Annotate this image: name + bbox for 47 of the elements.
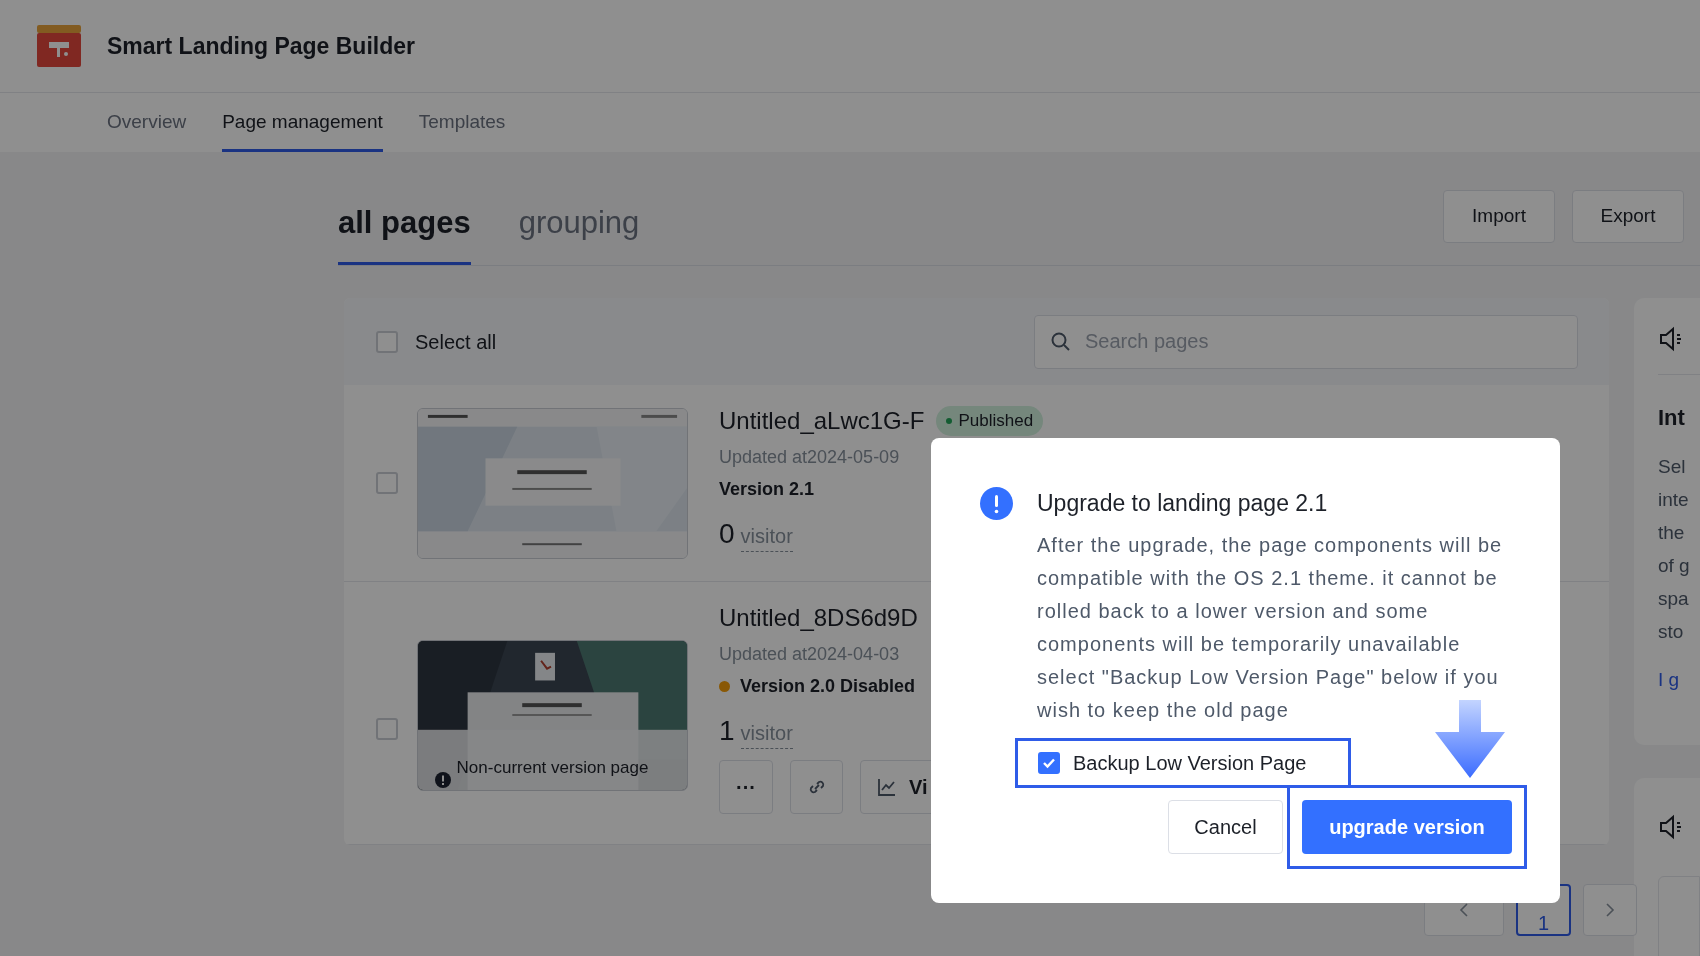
chart-icon <box>877 777 897 797</box>
search-field[interactable]: Search pages <box>1034 314 1578 369</box>
panel-text: sto <box>1658 620 1685 644</box>
visitor-label: visitor <box>740 521 793 552</box>
search-icon <box>1050 330 1072 353</box>
page-title: Untitled_8DS6d9D <box>719 603 918 633</box>
panel-link[interactable]: I g <box>1658 666 1700 695</box>
next-page-button[interactable] <box>1583 884 1637 936</box>
checkbox[interactable] <box>376 330 398 353</box>
app-logo <box>37 25 81 67</box>
link-button[interactable] <box>790 760 843 814</box>
view-tab[interactable]: grouping <box>518 199 640 265</box>
panel-title: Int <box>1658 404 1686 432</box>
cancel-button[interactable]: Cancel <box>1168 800 1283 854</box>
status-badge: Published <box>936 406 1044 436</box>
version-label: Version 2.0 Disabled <box>740 675 916 698</box>
select-all-label: Select all <box>415 329 497 355</box>
view-tab[interactable]: all pages <box>338 199 471 265</box>
dialog-title: Upgrade to landing page 2.1 <box>1037 489 1328 518</box>
visitor-count: 1 <box>719 714 735 748</box>
info-icon <box>435 772 451 788</box>
app-title: Smart Landing Page Builder <box>107 31 415 61</box>
updated-date: Updated at2024-05-09 <box>719 446 901 469</box>
toolbar-button[interactable]: Import <box>1443 190 1555 243</box>
panel-text: Sel <box>1658 455 1687 479</box>
backup-checkbox-label: Backup Low Version Page <box>1073 750 1307 776</box>
nav-tab[interactable]: Page management <box>222 93 383 152</box>
panel-text: the <box>1658 521 1686 545</box>
checkbox[interactable] <box>376 472 398 494</box>
visitor-label: visitor <box>740 718 793 749</box>
nav-tab[interactable]: Templates <box>418 93 506 152</box>
chevron-left-icon <box>1459 902 1469 918</box>
toolbar-button[interactable]: Export <box>1572 190 1684 243</box>
version-label: Version 2.1 <box>719 478 815 501</box>
panel-text: spa <box>1658 587 1690 611</box>
updated-date: Updated at2024-04-03 <box>719 643 901 666</box>
checkbox[interactable] <box>1038 751 1060 774</box>
upgrade-button[interactable]: upgrade version <box>1302 800 1512 854</box>
visitor-count: 0 <box>719 517 735 551</box>
panel-text: of g <box>1658 554 1691 578</box>
alert-icon <box>980 486 1013 520</box>
chevron-right-icon <box>1605 902 1615 918</box>
dialog-message: After the upgrade, the page components will be compatible with the OS 2.1 theme. it cannot be rolled back to a lower version and some components will be temporarily unavailable select "Backup Low Version Page" below if you wish to keep the old page <box>1037 532 1504 723</box>
nav-tab[interactable]: Overview <box>107 93 187 152</box>
page-title: Untitled_aLwc1G-F <box>719 406 925 436</box>
panel-text: inte <box>1658 488 1690 512</box>
thumbnail-note: Non-current version page <box>455 757 650 779</box>
